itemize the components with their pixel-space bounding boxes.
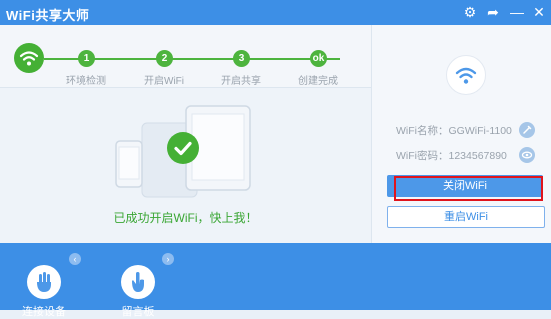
wifi-status-icon (14, 43, 44, 73)
prev-arrow-icon[interactable]: ‹ (69, 253, 81, 265)
wifi-info-panel: WiFi名称：GGWiFi-1100 WiFi密码：1234567890 关闭W… (371, 25, 551, 243)
next-arrow-icon[interactable]: › (162, 253, 174, 265)
hand-icon (37, 272, 51, 292)
connected-devices-label: 连接设备 (22, 306, 66, 318)
title-bar: WiFi共享大师 ⚙ ➦ — ✕ (0, 0, 551, 25)
devices-illustration (0, 88, 371, 208)
hand-pointer-icon (132, 272, 144, 292)
step-1-dot: 1 (78, 50, 95, 67)
success-message: 已成功开启WiFi，快上我！ (113, 211, 258, 225)
highlight-annotation (394, 176, 543, 201)
wifi-name-value: GGWiFi-1100 (448, 125, 512, 137)
gear-icon[interactable]: ⚙ (461, 3, 479, 21)
wifi-name-row: WiFi名称：GGWiFi-1100 (396, 123, 512, 138)
step-1-label: 环境检测 (66, 76, 106, 87)
step-2-dot: 2 (156, 50, 173, 67)
close-icon[interactable]: ✕ (530, 3, 548, 21)
minimize-icon[interactable]: — (508, 3, 526, 21)
step-2-label: 开启WiFi (144, 76, 184, 87)
wifi-name-label: WiFi名称： (396, 125, 449, 137)
wifi-password-label: WiFi密码： (396, 150, 449, 162)
step-3-dot: 3 (233, 50, 250, 67)
checkmark-icon (167, 132, 199, 164)
progress-steps: 1 环境检测 2 开启WiFi 3 开启共享 ok 创建完成 (0, 25, 371, 88)
restart-wifi-button[interactable]: 重启WiFi (387, 206, 545, 228)
edit-icon[interactable] (519, 122, 535, 138)
connected-devices-button[interactable] (27, 265, 61, 299)
wifi-password-value: 1234567890 (448, 150, 507, 162)
message-board-label: 留言板 (121, 306, 155, 318)
message-board-button[interactable] (121, 265, 155, 299)
step-4-dot: ok (310, 50, 327, 67)
share-icon[interactable]: ➦ (484, 3, 502, 21)
bottom-toolbar: ‹ › 连接设备 留言板 (0, 243, 551, 318)
wifi-icon (446, 55, 486, 95)
app-title: WiFi共享大师 (6, 8, 90, 23)
main-panel: 1 环境检测 2 开启WiFi 3 开启共享 ok 创建完成 已成功开启WiFi… (0, 25, 371, 243)
eye-icon[interactable] (519, 147, 535, 163)
wifi-password-row: WiFi密码：1234567890 (396, 148, 507, 163)
step-4-label: 创建完成 (298, 76, 338, 87)
step-3-label: 开启共享 (221, 76, 261, 87)
